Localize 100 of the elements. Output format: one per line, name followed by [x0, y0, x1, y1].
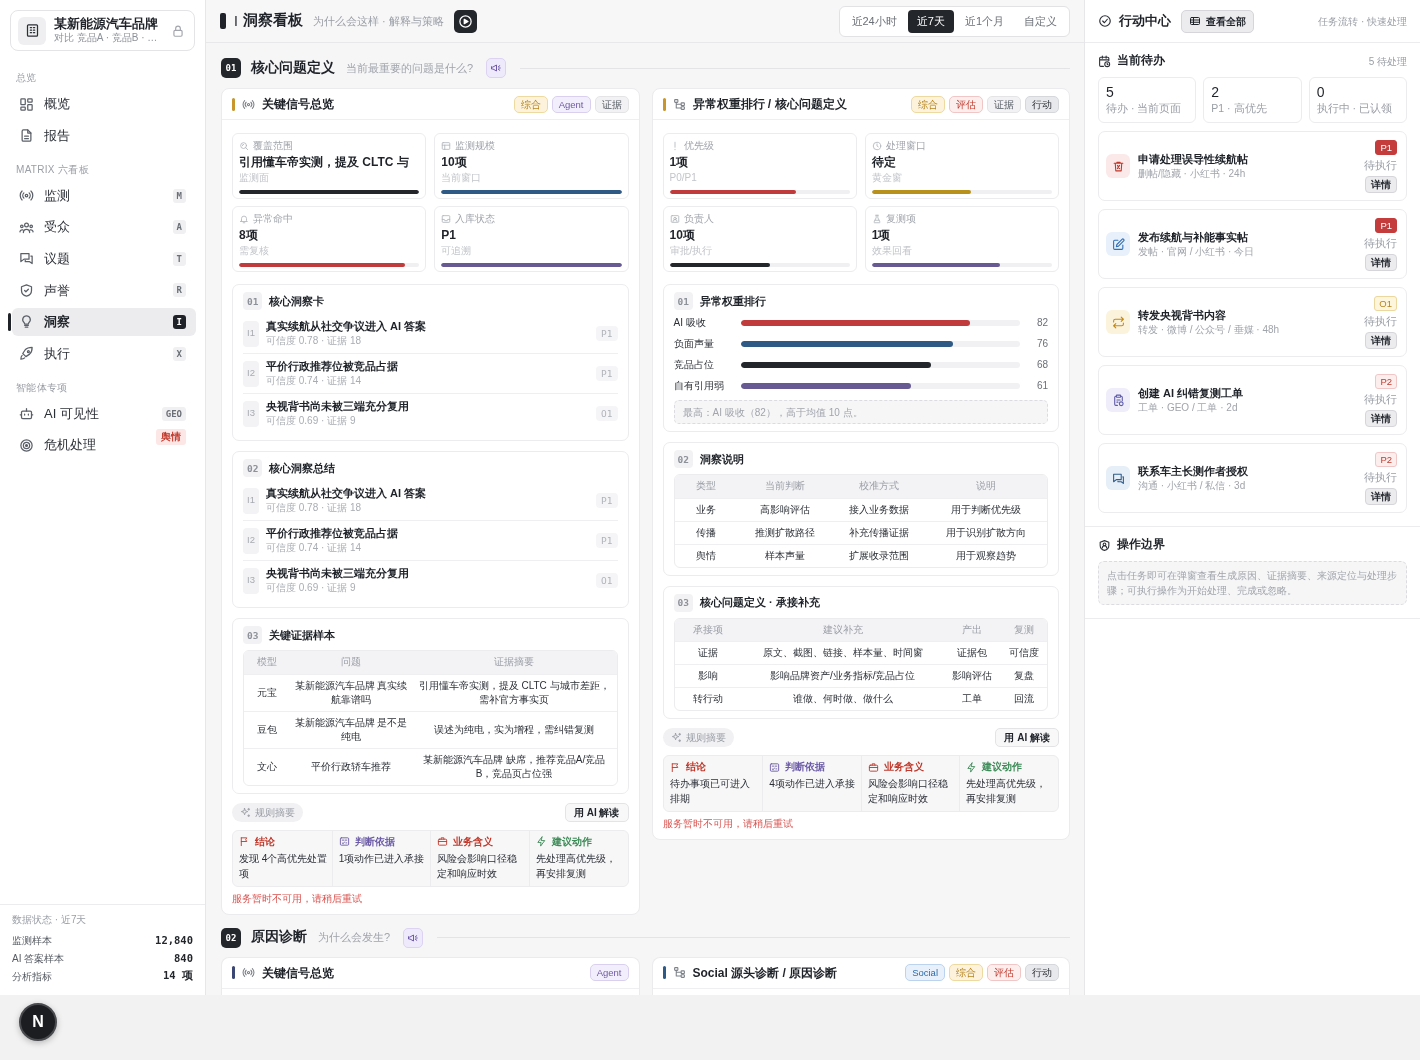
tag: 证据 — [987, 95, 1021, 113]
nav-badge: 舆情 — [156, 429, 186, 446]
summary-label: 判断依据 — [354, 834, 395, 849]
stat-label: AI 答案样本 — [12, 951, 65, 966]
ranking-label: 竞品占位 — [673, 358, 715, 372]
range-tab[interactable]: 近1个月 — [955, 9, 1013, 33]
building-icon — [18, 16, 46, 45]
repeat-icon — [1106, 310, 1130, 334]
task-card[interactable]: 转发央视背书内容 转发 · 微博 / 公众号 / 垂媒 · 48h O1 待执行 详情 — [1098, 287, 1407, 357]
sidebar-item[interactable]: 执行 X — [12, 339, 196, 368]
sidebar-item[interactable]: 议题 T — [12, 244, 196, 273]
error-message: 服务暂时不可用，请稍后重试 — [232, 891, 363, 906]
task-card[interactable]: 发布续航与补能事实帖 发帖 · 官网 / 小红书 · 今日 P1 待执行 详情 — [1098, 209, 1407, 279]
chat-bubbles-icon — [1106, 466, 1130, 490]
sidebar-item[interactable]: 概览 — [12, 90, 196, 118]
nav-section-title: 总览 — [15, 71, 37, 85]
table-cell: 高影响评估 — [737, 498, 832, 521]
table-cell: 用于识别扩散方向 — [925, 521, 1047, 544]
metric-value: 待定 — [871, 154, 897, 171]
insight-meta: 可信度 0.74 · 证据 14 — [266, 541, 363, 555]
details-button[interactable]: 详情 — [1365, 175, 1397, 193]
brand-switcher[interactable]: 某新能源汽车品牌 对比 竞品A · 竞品B · … — [10, 10, 195, 51]
checklist-icon — [769, 761, 781, 773]
priority-tag: O1 — [596, 573, 618, 588]
range-tab[interactable]: 自定义 — [1015, 9, 1066, 33]
column-header: 建议补充 — [741, 618, 944, 642]
summary-label: 判断依据 — [785, 760, 826, 774]
checklist-icon — [338, 836, 350, 847]
hierarchy-icon — [672, 966, 686, 979]
sidebar-item[interactable]: 声誉 R — [12, 276, 196, 305]
ranking-value: 61 — [1035, 379, 1048, 393]
metric-note: P0/P1 — [669, 171, 698, 184]
details-button[interactable]: 详情 — [1365, 331, 1397, 349]
summary-text: 发现 4个高优先处置项 — [239, 851, 328, 881]
table-cell: 影响 — [674, 664, 742, 688]
lock-icon — [171, 23, 185, 38]
priority-badge: O1 — [1374, 295, 1397, 311]
task-card[interactable]: 创建 AI 纠错复测工单 工单 · GEO / 工单 · 2d P2 待执行 详情 — [1098, 365, 1407, 435]
sidebar-item[interactable]: AI 可见性 GEO — [12, 399, 196, 428]
ranking-label: 负面声量 — [673, 337, 715, 351]
megaphone-icon[interactable] — [486, 58, 507, 78]
table-cell: 接入业务数据 — [831, 498, 926, 521]
range-tab[interactable]: 近7天 — [907, 9, 954, 33]
tag: Agent — [551, 95, 591, 113]
chat-icon — [19, 251, 34, 267]
insight-title: 平价行政推荐位被竞品占据 — [266, 359, 399, 374]
table-cell: 文心 — [244, 748, 290, 785]
details-button[interactable]: 详情 — [1365, 409, 1397, 427]
insight-title: 央视背书尚未被三端充分复用 — [266, 399, 410, 414]
stat-number: 5 — [1106, 83, 1115, 101]
nav-badge: X — [172, 346, 186, 361]
highlight-note: 最高：AI 吸收（82），高于均值 10 点。 — [673, 400, 1048, 424]
details-button[interactable]: 详情 — [1365, 487, 1397, 505]
bell-icon — [239, 214, 249, 224]
lightning-icon — [535, 836, 547, 847]
megaphone-icon[interactable] — [403, 927, 424, 948]
ranking-label: 自有引用弱 — [673, 379, 725, 393]
metric-label: 复测项 — [885, 213, 916, 225]
sidebar-item[interactable]: 受众 A — [12, 213, 196, 242]
play-button[interactable] — [453, 9, 477, 33]
block-title: 洞察说明 — [699, 451, 744, 467]
table-cell: 影响品牌资产/业务指标/竞品占位 — [741, 664, 944, 688]
task-card[interactable]: 申请处理误导性续航帖 删帖/隐藏 · 小红书 · 24h P1 待执行 详情 — [1098, 131, 1407, 201]
sidebar-item[interactable]: 危机处理 舆情 — [12, 431, 196, 460]
summary-text: 风险会影响口径稳定和响应时效 — [437, 851, 519, 881]
details-button[interactable]: 详情 — [1365, 253, 1397, 271]
ai-interpret-button[interactable]: 用 AI 解读 — [564, 802, 629, 822]
range-tab[interactable]: 近24小时 — [842, 9, 906, 33]
layout-icon — [441, 141, 452, 151]
stat-caption: P1 · 高优先 — [1211, 101, 1268, 116]
page-code: I — [234, 11, 238, 31]
stat-value: 14 项 — [163, 969, 193, 983]
metric-label: 监测规模 — [455, 140, 496, 152]
insight-meta: 可信度 0.78 · 证据 18 — [266, 501, 363, 515]
metric-label: 优先级 — [683, 140, 714, 152]
sidebar-item[interactable]: 监测 M — [12, 181, 196, 210]
table-cell: 证据 — [674, 641, 742, 665]
floating-button[interactable]: N — [19, 1003, 57, 1041]
sparkle-icon — [670, 732, 682, 743]
panel-title: 行动中心 — [1119, 12, 1171, 30]
table-cell: 误述为纯电，实为增程，需纠错复测 — [411, 711, 617, 748]
table-icon — [1189, 15, 1201, 27]
tag: 综合 — [911, 95, 945, 113]
shield-user-icon — [1098, 538, 1111, 552]
trash-icon — [1106, 154, 1130, 178]
view-all-button[interactable]: 查看全部 — [1181, 9, 1254, 33]
ai-interpret-button[interactable]: 用 AI 解读 — [995, 728, 1059, 747]
table-cell: 可信度 — [1001, 641, 1047, 665]
task-card[interactable]: 联系车主长测作者授权 沟通 · 小红书 / 私信 · 3d P2 待执行 详情 — [1098, 443, 1407, 513]
calendar-clock-icon — [1098, 54, 1111, 68]
table-cell: 平价行政轿车推荐 — [290, 748, 412, 785]
rocket-icon — [19, 346, 34, 362]
ranking-label: AI 吸收 — [673, 316, 707, 330]
task-status: 待执行 — [1364, 391, 1397, 407]
task-title: 创建 AI 纠错复测工单 — [1138, 386, 1245, 401]
table-cell: 用于观察趋势 — [925, 544, 1047, 567]
section-title: 核心问题定义 — [251, 58, 335, 77]
flag-icon — [669, 761, 681, 773]
column-header: 承接项 — [674, 618, 742, 642]
sidebar-item[interactable]: 报告 — [12, 121, 196, 150]
